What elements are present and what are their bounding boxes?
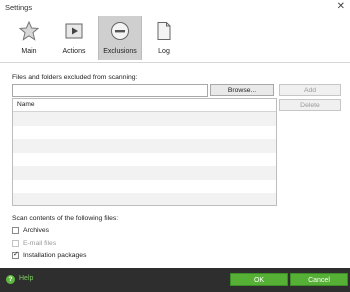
tab-exclusions-label: Exclusions	[103, 48, 137, 55]
play-icon	[65, 23, 83, 39]
list-item[interactable]	[13, 193, 276, 205]
exclusions-list[interactable]: Name	[12, 98, 277, 206]
tab-actions[interactable]: Actions	[53, 16, 95, 60]
email-files-checkbox[interactable]	[12, 240, 19, 247]
tab-main[interactable]: Main	[8, 16, 50, 60]
email-files-label: E-mail files	[23, 240, 57, 247]
footer-bar: ? Help OK Cancel	[0, 268, 350, 292]
tab-main-label: Main	[21, 48, 37, 55]
help-icon[interactable]: ?	[6, 275, 15, 284]
list-item[interactable]	[13, 139, 276, 153]
ok-button[interactable]: OK	[230, 273, 288, 286]
title-bar: Settings ✕	[0, 0, 350, 14]
window-title: Settings	[5, 3, 33, 12]
cancel-button[interactable]: Cancel	[290, 273, 348, 286]
list-item[interactable]	[13, 112, 276, 126]
help-link[interactable]: Help	[19, 275, 33, 282]
add-button[interactable]: Add	[279, 84, 341, 96]
archives-checkbox[interactable]	[12, 227, 19, 234]
list-item[interactable]	[13, 126, 276, 140]
list-item[interactable]	[13, 153, 276, 167]
installation-packages-label: Installation packages	[23, 252, 87, 259]
star-icon	[19, 21, 39, 41]
close-icon[interactable]: ✕	[337, 1, 345, 13]
path-input[interactable]	[12, 84, 208, 97]
list-header-name[interactable]: Name	[13, 99, 276, 112]
exclusions-section-label: Files and folders excluded from scanning…	[12, 74, 138, 81]
tab-actions-label: Actions	[62, 48, 86, 55]
archives-label: Archives	[23, 227, 50, 234]
browse-button[interactable]: Browse...	[210, 84, 274, 96]
delete-button[interactable]: Delete	[279, 99, 341, 111]
tab-log[interactable]: Log	[143, 16, 185, 60]
tab-bar: Main Actions Exclusions Log	[0, 14, 350, 62]
installation-packages-checkbox[interactable]: ✓	[12, 251, 19, 259]
tab-divider	[0, 62, 350, 63]
document-icon	[157, 22, 171, 40]
tab-exclusions[interactable]: Exclusions	[98, 16, 142, 60]
tab-log-label: Log	[158, 48, 170, 55]
list-item[interactable]	[13, 180, 276, 194]
checkmark-icon: ✓	[13, 251, 19, 258]
scan-section-label: Scan contents of the following files:	[12, 215, 119, 222]
list-item[interactable]	[13, 166, 276, 180]
minus-circle-icon	[111, 22, 129, 40]
